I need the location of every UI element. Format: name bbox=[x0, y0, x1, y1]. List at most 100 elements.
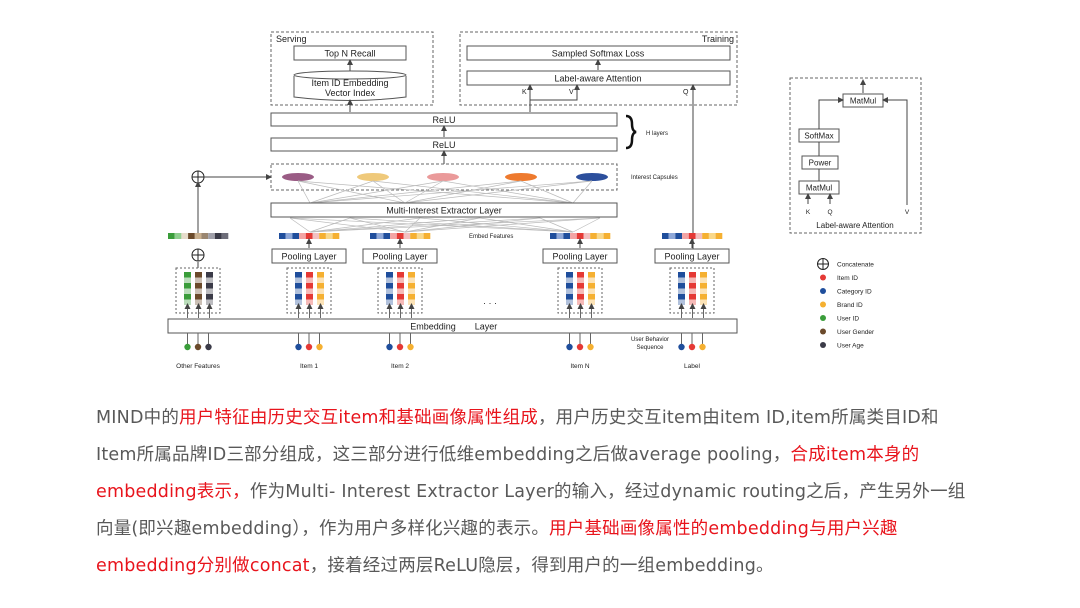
top-n-recall-label: Top N Recall bbox=[324, 49, 375, 59]
attention-detail-panel: MatMul SoftMax Power MatMul K Q V Label-… bbox=[789, 77, 922, 234]
pooling-layer-label: Pooling Layer bbox=[552, 252, 607, 262]
legend-color-dot bbox=[820, 274, 826, 281]
legend-label: Category ID bbox=[837, 289, 872, 296]
group-label: Other Features bbox=[176, 363, 220, 370]
embed-feature-bar bbox=[168, 233, 229, 239]
embed-feature-bar bbox=[662, 233, 723, 239]
legend: Concatenate Item ID Category ID Brand ID Use… bbox=[817, 258, 875, 350]
embedding-column-group bbox=[557, 267, 603, 318]
relu-bottom-label: ReLU bbox=[432, 140, 455, 150]
attention-detail-title: Label-aware Attention bbox=[816, 221, 893, 230]
multi-interest-extractor-label: Multi-Interest Extractor Layer bbox=[386, 206, 502, 216]
legend-color-dot bbox=[820, 328, 826, 335]
pooling-layer-label: Pooling Layer bbox=[664, 252, 719, 262]
attn-v-label: V bbox=[905, 209, 910, 216]
attn-q-label: Q bbox=[827, 209, 832, 216]
pooling-layer-label: Pooling Layer bbox=[372, 252, 427, 262]
input-feature-dot bbox=[587, 343, 594, 351]
embedding-column-group bbox=[175, 267, 221, 318]
pooling-layer-label: Pooling Layer bbox=[281, 252, 336, 262]
legend-item: Category ID bbox=[820, 288, 872, 296]
interest-capsule bbox=[357, 173, 389, 181]
legend-color-dot bbox=[820, 315, 826, 321]
input-feature-dot bbox=[688, 343, 696, 351]
input-feature-dot bbox=[316, 343, 323, 351]
pooling-layer-box: Pooling Layer bbox=[271, 248, 347, 264]
sampled-softmax-loss-label: Sampled Softmax Loss bbox=[552, 49, 645, 59]
caption-text: MIND中的 bbox=[96, 408, 180, 428]
training-label: Training bbox=[702, 34, 734, 44]
legend-label: User ID bbox=[837, 316, 859, 323]
pooling-layer-box: Pooling Layer bbox=[654, 248, 730, 264]
relu-top-label: ReLU bbox=[432, 115, 455, 125]
h-layers-label: H layers bbox=[646, 131, 668, 137]
label-aware-attention-label: Label-aware Attention bbox=[554, 74, 641, 84]
serving-panel: Serving Top N Recall Item ID Embedding V… bbox=[270, 31, 434, 112]
embed-features-label: Embed Features bbox=[469, 234, 513, 240]
input-feature-dot bbox=[678, 343, 685, 351]
relu-stack: ReLU ReLU H layers bbox=[270, 112, 668, 164]
input-feature-dot bbox=[194, 343, 202, 351]
caption-highlight: 用户特征由历史交互item和基础画像属性组成 bbox=[179, 408, 538, 428]
input-feature-dot bbox=[396, 343, 404, 351]
pooling-layer-box: Pooling Layer bbox=[542, 248, 618, 264]
v-label: V bbox=[569, 89, 574, 96]
pooling-layer-box: Pooling Layer bbox=[362, 248, 438, 264]
interest-capsule bbox=[576, 173, 608, 181]
concat-path bbox=[191, 170, 272, 268]
ellipsis: · · · bbox=[483, 298, 497, 308]
interest-capsule bbox=[282, 173, 314, 181]
caption-text: ，接着经过两层ReLU隐层，得到用户的一组embedding。 bbox=[309, 556, 774, 576]
embedding-column-group bbox=[669, 267, 715, 318]
embedding-column-group bbox=[286, 267, 332, 318]
input-feature-dot bbox=[407, 343, 414, 351]
power-label: Power bbox=[809, 159, 832, 168]
legend-item: Item ID bbox=[820, 274, 858, 282]
legend-color-dot bbox=[820, 301, 826, 308]
embed-feature-bar bbox=[550, 233, 611, 239]
group-label: Item 2 bbox=[391, 363, 409, 370]
embedding-layer-word2: Layer bbox=[475, 322, 498, 332]
user-behavior-line2: Sequence bbox=[636, 345, 664, 351]
legend-label: Concatenate bbox=[837, 262, 874, 269]
input-feature-dot bbox=[184, 343, 191, 351]
h-layers-brace bbox=[625, 114, 637, 150]
interest-capsules: Interest Capsules bbox=[270, 163, 678, 233]
legend-item: User Gender bbox=[820, 328, 875, 336]
q-label: Q bbox=[683, 89, 689, 96]
legend-label: User Gender bbox=[837, 329, 875, 336]
softmax-label: SoftMax bbox=[804, 132, 833, 141]
group-label: Item 1 bbox=[300, 363, 318, 370]
group-label: Label bbox=[684, 363, 700, 370]
serving-label: Serving bbox=[276, 34, 307, 44]
legend-color-dot bbox=[820, 342, 826, 348]
legend-label: Brand ID bbox=[837, 302, 863, 309]
k-label: K bbox=[522, 89, 527, 96]
interest-capsules-label: Interest Capsules bbox=[631, 175, 678, 181]
legend-item: Concatenate bbox=[817, 258, 874, 270]
legend-item: Brand ID bbox=[820, 301, 863, 309]
input-feature-dot bbox=[386, 343, 393, 351]
input-feature-dot bbox=[295, 343, 302, 351]
input-feature-dot bbox=[699, 343, 706, 351]
interest-capsule bbox=[427, 173, 459, 181]
embedding-layer-word1: Embedding bbox=[410, 322, 456, 332]
group-label: Item N bbox=[570, 363, 589, 370]
vector-index-line1: Item ID Embedding bbox=[311, 78, 388, 88]
input-feature-dot bbox=[305, 343, 313, 351]
embed-feature-bar bbox=[279, 233, 340, 239]
matmul-bottom-label: MatMul bbox=[806, 184, 832, 193]
legend-label: User Age bbox=[837, 343, 864, 350]
embed-feature-bar bbox=[370, 233, 431, 239]
caption-paragraph: MIND中的用户特征由历史交互item和基础画像属性组成，用户历史交互item由… bbox=[96, 400, 976, 585]
embedding-column-group bbox=[377, 267, 423, 318]
input-feature-dot bbox=[205, 343, 212, 351]
legend-item: User ID bbox=[820, 315, 859, 323]
user-behavior-line1: User Behavior bbox=[631, 337, 669, 343]
attn-k-label: K bbox=[806, 209, 811, 216]
vector-index-line2: Vector Index bbox=[325, 88, 376, 98]
input-feature-dot bbox=[566, 343, 573, 351]
mind-architecture-diagram: Serving Top N Recall Item ID Embedding V… bbox=[167, 31, 922, 370]
matmul-top-label: MatMul bbox=[850, 97, 876, 106]
input-feature-dot bbox=[576, 343, 584, 351]
